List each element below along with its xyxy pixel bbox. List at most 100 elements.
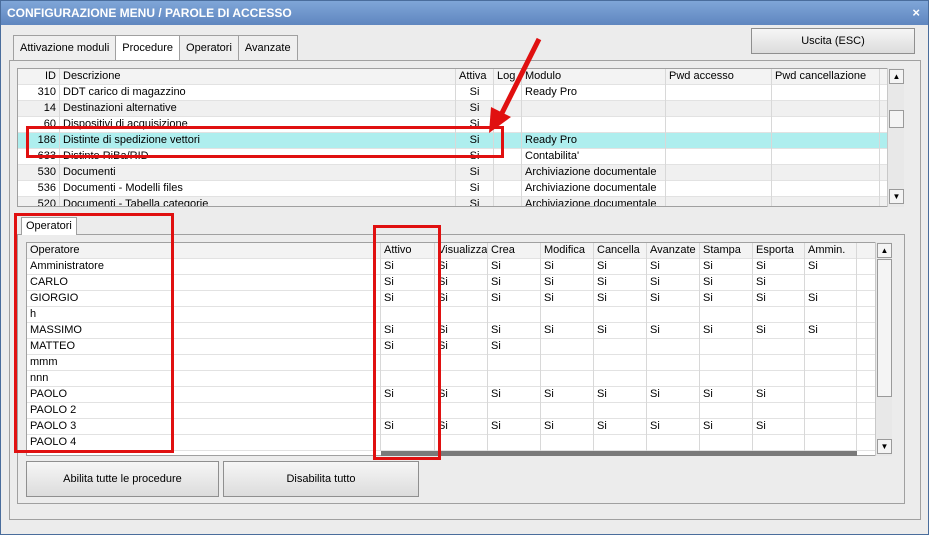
cell-permission[interactable] xyxy=(594,339,647,355)
cell-permission[interactable]: Si xyxy=(541,323,594,339)
cell-permission[interactable]: Si xyxy=(753,419,805,435)
cell-permission[interactable]: Si xyxy=(435,339,488,355)
cell-permission[interactable]: Si xyxy=(805,291,857,307)
cell-modulo[interactable]: Ready Pro xyxy=(522,85,666,101)
cell-permission[interactable] xyxy=(753,307,805,323)
cell-permission[interactable]: Si xyxy=(488,259,541,275)
cell-id[interactable]: 633 xyxy=(18,149,60,165)
cell-attiva[interactable]: Si xyxy=(456,101,494,117)
cell-permission[interactable]: Si xyxy=(594,419,647,435)
cell-permission[interactable]: Si xyxy=(541,275,594,291)
cell-log[interactable] xyxy=(494,117,522,133)
cell-permission[interactable]: Si xyxy=(435,419,488,435)
procedure-row[interactable]: 310 DDT carico di magazzino Si Ready Pro xyxy=(18,85,888,101)
cell-modulo[interactable]: Archiviazione documentale xyxy=(522,165,666,181)
cell-permission[interactable]: Si xyxy=(647,387,700,403)
cell-permission[interactable] xyxy=(594,435,647,451)
procedure-row[interactable]: 14 Destinazioni alternative Si xyxy=(18,101,888,117)
cell-permission[interactable] xyxy=(488,371,541,387)
cell-pwd-cancellazione[interactable] xyxy=(772,149,880,165)
cell-descrizione[interactable]: Dispositivi di acquisizione xyxy=(60,117,456,133)
operator-row[interactable]: MATTEO Si Si Si xyxy=(27,339,891,355)
operator-row[interactable]: GIORGIO Si Si Si Si Si Si Si Si Si xyxy=(27,291,891,307)
cell-permission[interactable]: Si xyxy=(594,291,647,307)
cell-pwd-cancellazione[interactable] xyxy=(772,101,880,117)
cell-id[interactable]: 520 xyxy=(18,197,60,206)
cell-operatore[interactable]: PAOLO 3 xyxy=(27,419,381,435)
cell-pwd-cancellazione[interactable] xyxy=(772,117,880,133)
operator-row[interactable]: PAOLO 3 Si Si Si Si Si Si Si Si xyxy=(27,419,891,435)
cell-permission[interactable] xyxy=(805,419,857,435)
cell-pwd-cancellazione[interactable] xyxy=(772,197,880,206)
cell-operatore[interactable]: PAOLO 2 xyxy=(27,403,381,419)
cell-descrizione[interactable]: Distinte RiBa/RID xyxy=(60,149,456,165)
cell-permission[interactable] xyxy=(753,339,805,355)
cell-permission[interactable] xyxy=(805,435,857,451)
col-esporta[interactable]: Esporta xyxy=(753,243,805,259)
cell-permission[interactable]: Si xyxy=(381,275,435,291)
cell-permission[interactable] xyxy=(488,435,541,451)
cell-permission[interactable] xyxy=(488,355,541,371)
close-icon[interactable]: × xyxy=(912,1,920,25)
cell-permission[interactable]: Si xyxy=(541,259,594,275)
cell-permission[interactable]: Si xyxy=(381,419,435,435)
procedure-row[interactable]: 186 Distinte di spedizione vettori Si Ready… xyxy=(18,133,888,149)
operator-row[interactable]: CARLO Si Si Si Si Si Si Si Si xyxy=(27,275,891,291)
cell-permission[interactable] xyxy=(647,371,700,387)
cell-attiva[interactable]: Si xyxy=(456,133,494,149)
cell-descrizione[interactable]: Documenti - Modelli files xyxy=(60,181,456,197)
cell-pwd-accesso[interactable] xyxy=(666,149,772,165)
cell-permission[interactable] xyxy=(647,435,700,451)
cell-permission[interactable]: Si xyxy=(435,275,488,291)
cell-permission[interactable]: Si xyxy=(541,419,594,435)
cell-permission[interactable] xyxy=(647,403,700,419)
cell-operatore[interactable]: nnn xyxy=(27,371,381,387)
cell-permission[interactable] xyxy=(700,307,753,323)
exit-button[interactable]: Uscita (ESC) xyxy=(751,28,915,54)
cell-permission[interactable] xyxy=(805,403,857,419)
cell-permission[interactable] xyxy=(381,435,435,451)
procedure-row[interactable]: 536 Documenti - Modelli files Si Archiviazi… xyxy=(18,181,888,197)
cell-permission[interactable] xyxy=(488,403,541,419)
cell-permission[interactable]: Si xyxy=(753,387,805,403)
cell-operatore[interactable]: PAOLO xyxy=(27,387,381,403)
cell-attiva[interactable]: Si xyxy=(456,85,494,101)
col-pwd-accesso[interactable]: Pwd accesso xyxy=(666,69,772,85)
cell-permission[interactable]: Si xyxy=(805,259,857,275)
cell-permission[interactable] xyxy=(435,403,488,419)
operators-scrollbar[interactable]: ▲ ▼ xyxy=(875,242,892,456)
cell-permission[interactable] xyxy=(805,339,857,355)
cell-permission[interactable] xyxy=(753,355,805,371)
cell-modulo[interactable]: Archiviazione documentale xyxy=(522,197,666,206)
cell-id[interactable]: 310 xyxy=(18,85,60,101)
cell-log[interactable] xyxy=(494,149,522,165)
col-descrizione[interactable]: Descrizione xyxy=(60,69,456,85)
cell-permission[interactable]: Si xyxy=(488,339,541,355)
cell-permission[interactable]: Si xyxy=(647,291,700,307)
cell-permission[interactable] xyxy=(753,435,805,451)
operator-row[interactable]: MASSIMO Si Si Si Si Si Si Si Si Si xyxy=(27,323,891,339)
cell-operatore[interactable]: Amministratore xyxy=(27,259,381,275)
scroll-up-icon[interactable]: ▲ xyxy=(877,243,892,258)
cell-pwd-cancellazione[interactable] xyxy=(772,181,880,197)
cell-permission[interactable]: Si xyxy=(435,259,488,275)
cell-pwd-cancellazione[interactable] xyxy=(772,165,880,181)
col-cancella[interactable]: Cancella xyxy=(594,243,647,259)
cell-log[interactable] xyxy=(494,165,522,181)
cell-permission[interactable]: Si xyxy=(541,291,594,307)
operator-row[interactable]: nnn xyxy=(27,371,891,387)
cell-permission[interactable] xyxy=(435,435,488,451)
cell-permission[interactable] xyxy=(541,435,594,451)
cell-permission[interactable]: Si xyxy=(381,291,435,307)
col-pwd-cancellazione[interactable]: Pwd cancellazione xyxy=(772,69,880,85)
cell-pwd-accesso[interactable] xyxy=(666,165,772,181)
cell-permission[interactable]: Si xyxy=(435,291,488,307)
scroll-thumb[interactable] xyxy=(889,110,904,128)
disable-all-button[interactable]: Disabilita tutto xyxy=(223,461,419,497)
col-stampa[interactable]: Stampa xyxy=(700,243,753,259)
cell-permission[interactable] xyxy=(594,371,647,387)
cell-permission[interactable] xyxy=(594,307,647,323)
cell-operatore[interactable]: GIORGIO xyxy=(27,291,381,307)
cell-permission[interactable]: Si xyxy=(700,259,753,275)
cell-attiva[interactable]: Si xyxy=(456,149,494,165)
